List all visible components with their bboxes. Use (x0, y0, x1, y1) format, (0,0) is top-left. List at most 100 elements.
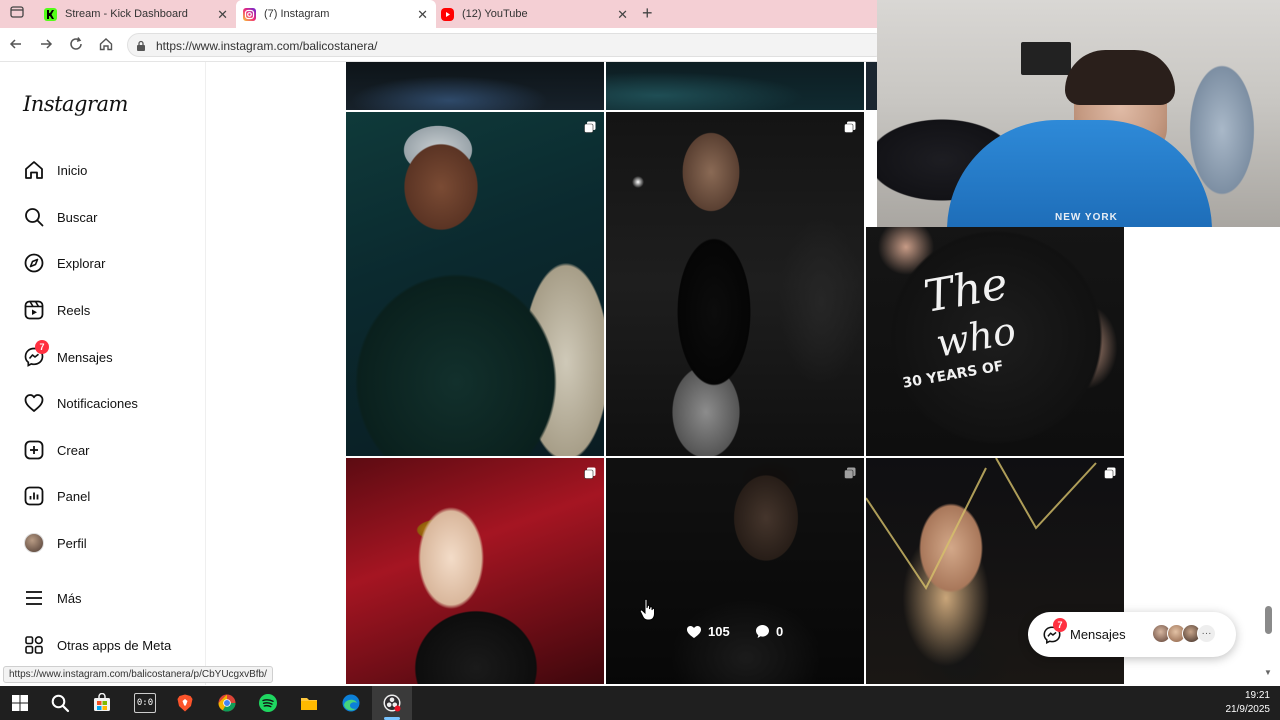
menu-icon (23, 587, 45, 609)
post-thumbnail[interactable]: The who 30 YEARS OF (866, 227, 1124, 456)
sidebar-item-crear[interactable]: Crear (23, 436, 203, 464)
avatar (24, 533, 44, 553)
windows-taskbar: 0:0 19:21 21/9/2025 (0, 686, 1280, 720)
sidebar-item-panel[interactable]: Panel (23, 482, 203, 510)
bar-chart-icon (23, 485, 45, 507)
webcam-overlay: NEW YORK (877, 0, 1280, 227)
forward-button[interactable] (37, 36, 55, 54)
hover-overlay (606, 458, 864, 684)
search-icon[interactable] (50, 693, 70, 713)
sidebar-item-otras-apps[interactable]: Otras apps de Meta (23, 631, 203, 659)
windows-start-icon[interactable] (10, 693, 30, 713)
browser-toolbar: https://www.instagram.com/balicostanera/ (0, 28, 887, 62)
back-button[interactable] (7, 36, 25, 54)
carousel-icon (584, 466, 596, 479)
address-bar[interactable]: https://www.instagram.com/balicostanera/ (127, 33, 887, 57)
sidebar-item-explorar[interactable]: Explorar (23, 249, 203, 277)
instagram-logo[interactable]: Instagram (23, 92, 128, 116)
carousel-icon (1104, 466, 1116, 479)
scroll-down-arrow-icon[interactable]: ▼ (1264, 668, 1272, 677)
post-thumbnail[interactable] (346, 62, 604, 110)
clock-time: 19:21 (1244, 690, 1270, 701)
post-thumbnail[interactable] (346, 112, 604, 456)
clock-app-glyph: 0:0 (134, 693, 156, 713)
messages-pill[interactable]: 7 Mensajes ··· (1028, 612, 1236, 657)
edge-icon[interactable] (341, 693, 361, 713)
tab-youtube[interactable]: (12) YouTube ✕ (436, 0, 636, 28)
heart-icon (687, 625, 701, 638)
sidebar-item-mas[interactable]: Más (23, 584, 203, 612)
home-button[interactable] (97, 36, 115, 54)
recent-chat-avatars: ··· (1152, 624, 1216, 643)
lock-icon (136, 39, 146, 51)
sidebar-item-label: Inicio (57, 162, 88, 178)
obs-icon[interactable] (382, 693, 402, 713)
tab-title: Stream - Kick Dashboard (65, 8, 188, 20)
sidebar-item-notificaciones[interactable]: Notificaciones (23, 389, 203, 417)
post-thumbnail-hovered[interactable]: 105 0 (606, 458, 864, 684)
unread-badge: 7 (35, 340, 49, 354)
compass-icon (23, 252, 45, 274)
chrome-icon[interactable] (217, 693, 237, 713)
tab-close-icon[interactable]: ✕ (617, 7, 628, 23)
store-icon[interactable] (92, 692, 112, 713)
sidebar-item-buscar[interactable]: Buscar (23, 203, 203, 231)
tab-close-icon[interactable]: ✕ (417, 7, 428, 23)
file-explorer-icon[interactable] (299, 693, 319, 713)
sidebar-item-reels[interactable]: Reels (23, 296, 203, 324)
kick-icon (44, 7, 57, 21)
messenger-icon: 7 (1042, 617, 1067, 645)
monitor-in-room (1021, 42, 1071, 75)
instagram-icon (243, 7, 256, 21)
page-scrollbar-thumb[interactable] (1265, 606, 1272, 634)
photo-content (346, 112, 604, 456)
tab-actions-icon[interactable] (8, 5, 26, 23)
heart-icon (23, 392, 45, 414)
sidebar-item-label: Otras apps de Meta (57, 637, 172, 653)
tab-instagram[interactable]: (7) Instagram ✕ (236, 0, 436, 28)
spotify-icon[interactable] (258, 693, 278, 713)
likes-value: 105 (708, 624, 730, 639)
sidebar-item-label: Explorar (57, 255, 106, 271)
sidebar-item-label: Panel (57, 488, 91, 504)
link-status-bar: https://www.instagram.com/balicostanera/… (3, 666, 273, 683)
clock-app-icon[interactable]: 0:0 (134, 693, 156, 713)
unread-badge: 7 (1053, 617, 1067, 632)
photo-content (606, 112, 864, 456)
post-thumbnail[interactable] (346, 458, 604, 684)
page-gutter (206, 62, 346, 685)
tab-kick-dashboard[interactable]: Stream - Kick Dashboard ✕ (36, 0, 236, 28)
system-clock[interactable]: 19:21 21/9/2025 (1226, 689, 1271, 717)
comments-value: 0 (776, 624, 784, 639)
plus-square-icon (23, 439, 45, 461)
browser-tab-strip: Stream - Kick Dashboard ✕ (7) Instagram … (0, 0, 877, 28)
search-icon (23, 206, 45, 228)
reload-button[interactable] (67, 36, 85, 54)
photo-content (606, 62, 864, 110)
post-thumbnail[interactable] (606, 112, 864, 456)
home-icon (23, 159, 45, 181)
post-thumbnail[interactable] (606, 62, 864, 110)
carousel-icon (584, 120, 596, 133)
sidebar-item-mensajes[interactable]: 7 Mensajes (23, 340, 203, 371)
comment-icon (756, 625, 769, 638)
new-tab-button[interactable]: + (642, 3, 653, 24)
streamer-hair (1065, 50, 1175, 105)
sidebar-item-label: Mensajes (57, 349, 113, 365)
sidebar-item-label: Reels (57, 302, 91, 318)
youtube-icon (441, 7, 454, 21)
carousel-icon (844, 466, 856, 479)
url-text: https://www.instagram.com/balicostanera/ (156, 39, 378, 53)
sidebar-item-label: Más (57, 590, 82, 606)
brave-icon[interactable] (175, 693, 195, 713)
post-thumbnail[interactable] (866, 62, 877, 110)
sidebar-item-perfil[interactable]: Perfil (23, 529, 203, 557)
sidebar-item-inicio[interactable]: Inicio (23, 156, 203, 184)
tab-title: (12) YouTube (462, 8, 528, 20)
sidebar-item-label: Crear (57, 442, 90, 458)
photo-content (346, 458, 604, 684)
messages-label: Mensajes (1070, 627, 1126, 642)
tab-close-icon[interactable]: ✕ (217, 7, 228, 23)
comments-count: 0 (755, 624, 783, 639)
hand-cursor-icon (639, 598, 657, 627)
